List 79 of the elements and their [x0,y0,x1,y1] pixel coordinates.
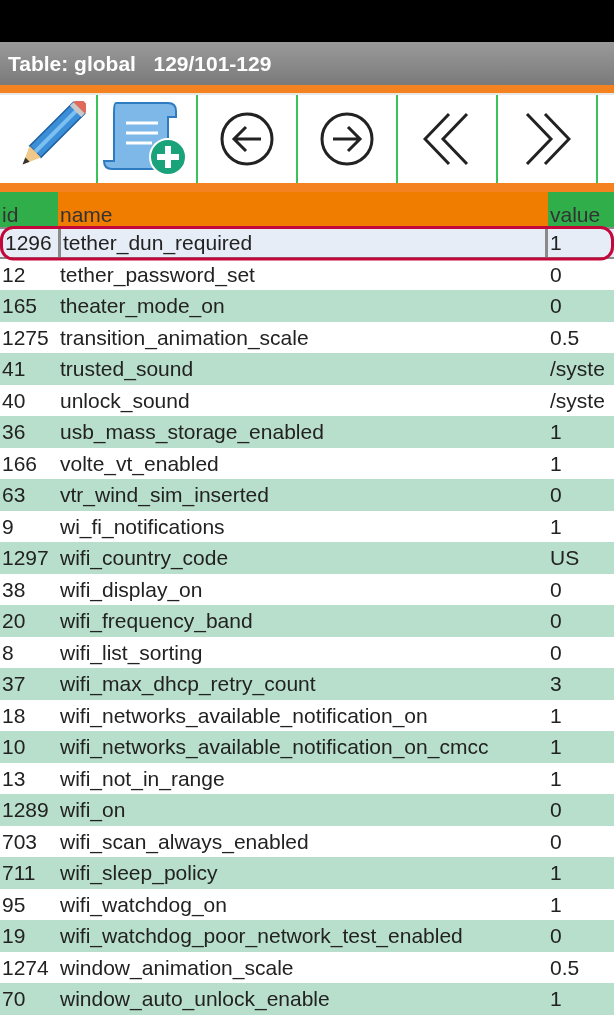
id-cell: 165 [0,290,58,322]
value-cell-text: 0.5 [549,324,581,351]
value-cell-text: 1 [549,513,563,540]
name-cell: tether_dun_required [58,227,548,259]
column-header[interactable]: name [58,192,548,227]
value-cell-text: 0 [549,576,563,603]
value-cell: 1 [548,416,614,448]
id-cell-text: 1274 [1,954,50,981]
name-cell-text: transition_animation_scale [59,324,310,352]
name-cell-text: wi_fi_notifications [59,513,226,541]
name-cell-text: volte_vt_enabled [59,450,220,478]
id-cell-text: 9 [1,513,15,540]
value-cell-text: 0.5 [549,954,581,981]
value-cell-text: 0 [549,261,563,288]
value-cell: 0 [548,290,614,322]
value-cell: /syste [548,353,614,385]
value-cell: 1 [548,983,614,1015]
id-cell-text: 1275 [1,324,50,351]
name-cell-text: wifi_networks_available_notification_on [59,702,429,730]
value-cell-text: 1 [549,450,563,477]
id-cell-text: 8 [1,639,15,666]
name-cell: wifi_sleep_policy [58,857,548,889]
value-cell: 3 [548,668,614,700]
value-cell-text: 1 [549,765,563,792]
id-cell-text: 12 [1,261,27,288]
double-chevron-left-icon [423,112,471,166]
name-cell: theater_mode_on [58,290,548,322]
value-cell-text: 1 [549,891,563,918]
name-cell: trusted_sound [58,353,548,385]
value-cell: 0 [548,605,614,637]
id-cell: 20 [0,605,58,637]
id-cell: 63 [0,479,58,511]
value-cell-text: 0 [549,639,563,666]
id-cell: 41 [0,353,58,385]
name-cell: wifi_on [58,794,548,826]
id-cell-text: 38 [1,576,27,603]
name-cell-text: tether_password_set [59,261,256,289]
value-cell-text: 1 [549,702,563,729]
name-cell: wifi_watchdog_poor_network_test_enabled [58,920,548,952]
double-chevron-right-icon [523,112,571,166]
id-cell: 19 [0,920,58,952]
id-cell: 1289 [0,794,58,826]
value-cell: 0 [548,794,614,826]
value-cell: 1 [548,857,614,889]
name-cell-text: unlock_sound [59,387,191,415]
id-cell: 1297 [0,542,58,574]
name-cell-text: wifi_watchdog_on [59,891,228,919]
value-cell-text: /syste [549,387,606,414]
id-cell-text: 13 [1,765,27,792]
id-cell: 70 [0,983,58,1015]
name-cell: window_auto_unlock_enable [58,983,548,1015]
value-cell: US [548,542,614,574]
name-cell: usb_mass_storage_enabled [58,416,548,448]
name-cell: vtr_wind_sim_inserted [58,479,548,511]
id-cell-text: 18 [1,702,27,729]
id-cell: 711 [0,857,58,889]
name-cell: wifi_networks_available_notification_on_cmcc [58,731,548,763]
value-cell: 1 [548,731,614,763]
id-cell: 10 [0,731,58,763]
column-header[interactable]: value [548,192,614,227]
value-cell: 0 [548,920,614,952]
id-cell: 37 [0,668,58,700]
id-cell: 36 [0,416,58,448]
name-cell-text: wifi_display_on [59,576,204,604]
value-cell: 0 [548,479,614,511]
name-cell: wifi_country_code [58,542,548,574]
name-cell: wifi_frequency_band [58,605,548,637]
id-cell-text: 95 [1,891,27,918]
column-header[interactable]: id [0,192,58,227]
name-cell-text: wifi_list_sorting [59,639,204,667]
name-cell: wifi_max_dhcp_retry_count [58,668,548,700]
id-cell-text: 166 [1,450,39,477]
id-cell-text: 40 [1,387,27,414]
name-cell-text: wifi_scan_always_enabled [59,828,310,856]
value-cell-text: 0 [549,828,563,855]
table-title: Table: global 129/101-129 [8,51,272,76]
name-cell-text: window_animation_scale [59,954,295,982]
id-cell-text: 703 [1,828,39,855]
name-cell-text: wifi_not_in_range [59,765,226,793]
